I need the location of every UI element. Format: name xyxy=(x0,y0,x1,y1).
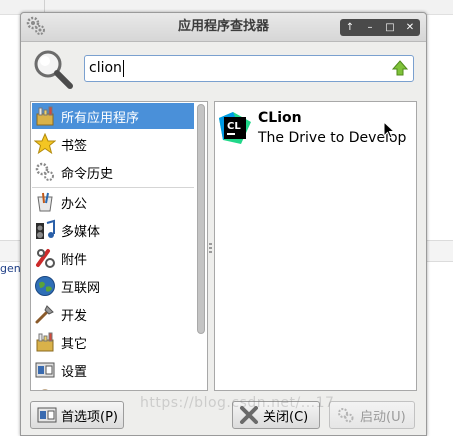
category-item-all-apps[interactable]: 所有应用程序 xyxy=(32,103,194,129)
category-label: 多媒体 xyxy=(61,224,101,240)
all-apps-icon xyxy=(36,106,54,126)
category-label: 命令历史 xyxy=(61,166,114,182)
category-label: 附件 xyxy=(61,252,88,268)
preferences-label: 首选项(P) xyxy=(61,409,118,425)
preferences-button[interactable]: 首选项(P) xyxy=(30,401,124,429)
maximize-button[interactable]: □ xyxy=(381,19,399,36)
system-icon xyxy=(42,389,48,390)
clion-icon: CL xyxy=(219,112,251,144)
category-scrollbar[interactable] xyxy=(197,104,205,334)
watermark-text: https://blog.csdn.net/...17 xyxy=(140,395,335,411)
category-item-office[interactable]: 办公 xyxy=(32,189,194,215)
category-item-command-history[interactable]: 命令历史 xyxy=(32,159,194,185)
app-finder-dialog: 应用程序查找器 ↑ – □ ✕ clion 所有应用程序 书签 命令历史 办公 … xyxy=(20,12,427,436)
accessories-icon xyxy=(36,249,55,268)
category-label: 书签 xyxy=(61,138,88,154)
development-icon xyxy=(35,305,54,324)
category-item-multimedia[interactable]: 多媒体 xyxy=(32,217,194,243)
window-controls: ↑ – □ ✕ xyxy=(340,19,420,36)
category-item-other[interactable]: 其它 xyxy=(32,329,194,355)
search-input[interactable]: clion xyxy=(84,55,414,82)
globe-icon xyxy=(35,276,55,296)
category-item-development[interactable]: 开发 xyxy=(32,301,194,327)
category-label: 设置 xyxy=(61,364,88,380)
settings-icon xyxy=(37,407,57,423)
category-item-internet[interactable]: 互联网 xyxy=(32,273,194,299)
category-item-system[interactable]: 系统 xyxy=(32,385,194,391)
category-item-settings[interactable]: 设置 xyxy=(32,357,194,383)
launch-button[interactable]: 启动(U) xyxy=(329,401,415,429)
category-label: 所有应用程序 xyxy=(61,110,140,126)
category-label: 开发 xyxy=(61,308,88,324)
other-icon xyxy=(36,332,54,352)
mouse-cursor-icon xyxy=(383,121,395,139)
results-list: CL CLion The Drive to Develop xyxy=(214,101,417,391)
svg-text:CL: CL xyxy=(227,121,241,132)
launch-label: 启动(U) xyxy=(360,409,406,425)
multimedia-icon xyxy=(36,219,55,239)
shade-button[interactable]: ↑ xyxy=(341,19,359,36)
office-icon xyxy=(37,192,53,212)
search-area: clion xyxy=(21,43,426,97)
category-label: 互联网 xyxy=(61,280,101,296)
settings-icon xyxy=(35,362,55,378)
magnifier-icon xyxy=(34,50,73,89)
go-up-arrow-icon[interactable] xyxy=(391,59,409,77)
pane-splitter-handle[interactable] xyxy=(209,243,212,257)
category-item-accessories[interactable]: 附件 xyxy=(32,245,194,271)
close-window-button[interactable]: ✕ xyxy=(401,19,419,36)
category-label: 系统 xyxy=(61,389,87,391)
star-icon xyxy=(34,133,56,155)
launch-gears-icon xyxy=(338,408,354,423)
category-item-bookmarks[interactable]: 书签 xyxy=(32,131,194,157)
result-name: CLion xyxy=(258,110,302,126)
category-label: 办公 xyxy=(61,196,88,212)
category-separator xyxy=(32,187,194,188)
minimize-button[interactable]: – xyxy=(361,19,379,36)
search-input-value: clion xyxy=(89,59,124,77)
category-list: 所有应用程序 书签 命令历史 办公 多媒体 附件 互联网 开发 其它 设置 xyxy=(30,101,208,391)
gears-icon xyxy=(35,162,54,181)
title-bar[interactable]: 应用程序查找器 ↑ – □ ✕ xyxy=(21,13,426,42)
category-label: 其它 xyxy=(61,336,88,352)
